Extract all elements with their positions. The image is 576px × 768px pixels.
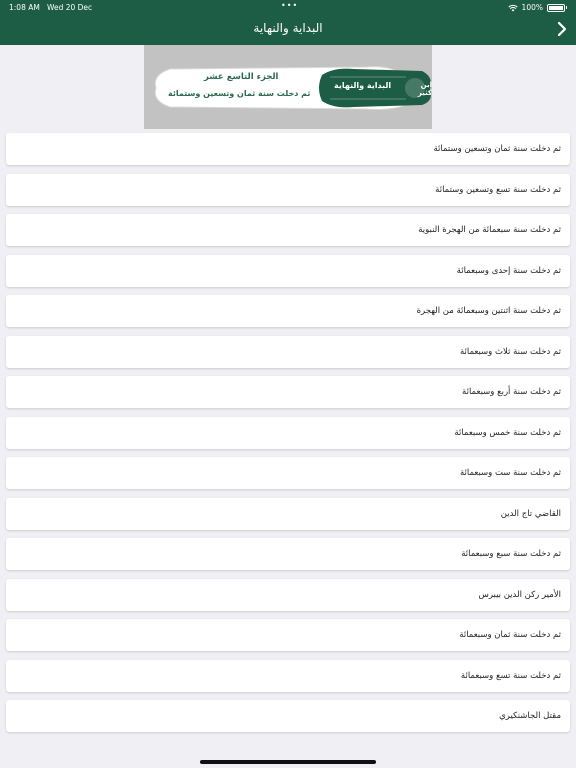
list-item[interactable]: ثم دخلت سنة تسع وتسعين وستمائة — [6, 173, 570, 206]
list-item-label: ثم دخلت سنة تسع وتسعين وستمائة — [435, 184, 561, 195]
status-date-text: Wed 20 Dec — [46, 3, 93, 12]
page-title: البداية والنهاية — [253, 21, 323, 35]
multitasking-dots-icon[interactable]: ••• — [281, 1, 298, 10]
list-item[interactable]: القاضي تاج الدين — [6, 497, 570, 530]
list-item[interactable]: ثم دخلت سنة خمس وسبعمائة — [6, 416, 570, 449]
list-item-label: مقتل الجاشنكيري — [499, 711, 561, 721]
list-item[interactable]: ثم دخلت سنة تسع وسبعمائة — [6, 659, 570, 692]
chevron-right-icon — [557, 21, 567, 37]
banner-part: الجزء التاسع عشر — [204, 72, 279, 82]
list-item-label: ثم دخلت سنة ثمان وسبعمائة — [459, 630, 561, 640]
list-item-label: الأمير ركن الدين بيبرس — [478, 589, 561, 600]
banner-subtitle: ثم دخلت سنة ثمان وتسعين وستمائة — [168, 89, 311, 98]
list-item[interactable]: ثم دخلت سنة ثلاث وسبعمائة — [6, 335, 570, 368]
status-time-text: 1:08 AM — [9, 3, 40, 12]
back-button[interactable] — [555, 20, 569, 38]
list-item[interactable]: ثم دخلت سنة ثمان وتسعين وستمائة — [6, 133, 570, 165]
list-item-label: ثم دخلت سنة خمس وسبعمائة — [454, 427, 561, 438]
list-item[interactable]: ثم دخلت سنة سبع وسبعمائة — [6, 538, 570, 570]
list-item[interactable]: مقتل الجاشنكيري — [6, 700, 570, 732]
list-item[interactable]: ثم دخلت سنة اثنتين وسبعمائة من الهجرة — [6, 295, 570, 327]
list-item[interactable]: ثم دخلت سنة ست وسبعمائة — [6, 457, 570, 489]
list-item[interactable]: ثم دخلت سنة ثمان وسبعمائة — [6, 619, 570, 651]
list-item-label: القاضي تاج الدين — [500, 508, 561, 519]
wifi-icon — [507, 4, 518, 11]
nav-bar: 1:08 AM Wed 20 Dec ••• 100% البداية والن… — [0, 0, 576, 45]
battery-tip — [566, 6, 567, 9]
list-item-label: ثم دخلت سنة إحدى وسبعمائة — [456, 265, 561, 276]
list-item-label: ثم دخلت سنة اثنتين وسبعمائة من الهجرة — [416, 306, 561, 316]
list-item-label: ثم دخلت سنة ثمان وتسعين وستمائة — [433, 144, 562, 154]
home-indicator[interactable] — [200, 760, 376, 764]
status-right: 100% — [507, 3, 567, 12]
list-item[interactable]: ثم دخلت سنة إحدى وسبعمائة — [6, 254, 570, 287]
battery-percent: 100% — [521, 3, 543, 12]
status-bar: 1:08 AM Wed 20 Dec ••• 100% — [0, 0, 576, 14]
list-item[interactable]: الأمير ركن الدين بيبرس — [6, 578, 570, 611]
book-banner: ابن كثير البداية والنهاية الجزء التاسع ع… — [144, 45, 432, 129]
list-item-label: ثم دخلت سنة أربع وسبعمائة — [462, 387, 561, 397]
list-item-label: ثم دخلت سنة ست وسبعمائة — [459, 468, 561, 478]
status-time: 1:08 AM Wed 20 Dec — [9, 3, 92, 12]
chapter-list: ثم دخلت سنة ثمان وتسعين وستمائة ثم دخلت … — [6, 133, 570, 741]
list-item-label: ثم دخلت سنة سبع وسبعمائة — [461, 549, 561, 559]
banner-author: ابن كثير — [417, 81, 432, 97]
list-item[interactable]: ثم دخلت سنة أربع وسبعمائة — [6, 376, 570, 408]
list-item-label: ثم دخلت سنة تسع وسبعمائة — [460, 670, 561, 681]
list-item-label: ثم دخلت سنة سبعمائة من الهجرة النبوية — [418, 225, 561, 235]
banner-book-title: البداية والنهاية — [334, 81, 392, 90]
list-item[interactable]: ثم دخلت سنة سبعمائة من الهجرة النبوية — [6, 214, 570, 246]
battery-icon — [547, 3, 565, 12]
list-item-label: ثم دخلت سنة ثلاث وسبعمائة — [459, 346, 561, 357]
